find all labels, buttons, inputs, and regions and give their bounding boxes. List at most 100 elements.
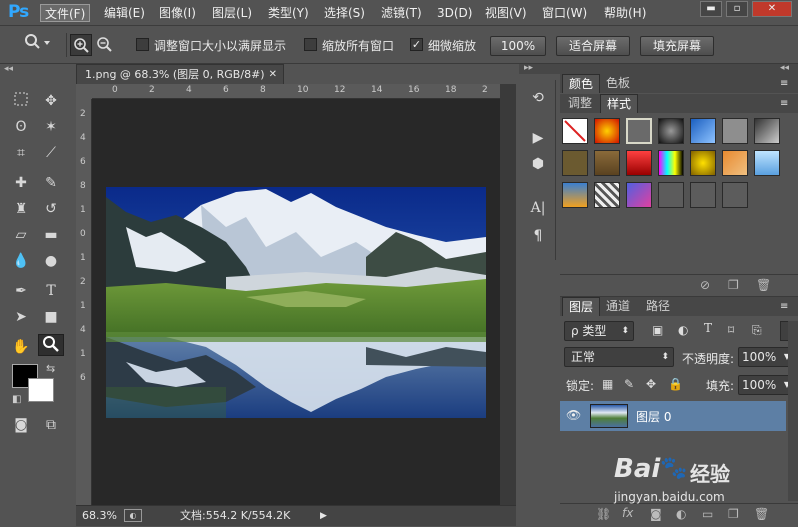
lasso-tool-icon[interactable]: ʘ [8,116,34,138]
close-button[interactable]: ✕ [752,1,792,17]
document-image[interactable] [106,187,486,418]
gradient-tool-icon[interactable]: ▬ [38,224,64,246]
default-colors-icon[interactable]: ◧ [12,394,21,405]
expand-dock-icon[interactable]: ▸▸ [524,63,533,73]
delete-style-icon[interactable]: 🗑 [756,278,771,292]
crop-tool-icon[interactable]: ⌗ [8,142,34,164]
pen-tool-icon[interactable]: ✒ [8,280,34,302]
collapse-panels-icon[interactable]: ◂◂ [780,63,789,73]
tab-color[interactable]: 颜色 [562,74,601,93]
vertical-scrollbar[interactable] [500,84,516,505]
magic-wand-icon[interactable]: ✶ [38,116,64,138]
new-style-icon[interactable]: ❐ [728,278,739,292]
lock-all-icon[interactable]: 🔒 [668,377,683,391]
brush-tool-icon[interactable]: ✎ [38,172,64,194]
style-swatch[interactable] [594,182,620,208]
tab-paths[interactable]: 路径 [640,297,676,316]
history-brush-icon[interactable]: ↺ [38,198,64,220]
style-swatch[interactable] [690,182,716,208]
marquee-tool-icon[interactable] [8,90,34,112]
layers-scrollbar[interactable] [788,321,798,501]
menu-window[interactable]: 窗口(W) [538,4,591,22]
menu-help[interactable]: 帮助(H) [600,4,650,22]
style-swatch[interactable] [626,118,652,144]
layer-filter-select[interactable]: ρ 类型 ⬍ [564,321,634,341]
menu-image[interactable]: 图像(I) [155,4,200,22]
zoom-in-icon[interactable] [70,34,92,56]
3d-panel-icon[interactable]: ⬢ [526,152,550,176]
screen-mode-icon[interactable]: ⧉ [38,414,64,436]
eraser-tool-icon[interactable]: ▱ [8,224,34,246]
filter-pixel-icon[interactable]: ▣ [652,323,663,337]
fill-screen-button[interactable]: 填充屏幕 [640,36,714,56]
resize-windows-checkbox[interactable] [136,38,149,51]
lock-pixels-icon[interactable]: ✎ [624,377,634,391]
style-swatch[interactable] [626,150,652,176]
move-tool-icon[interactable]: ✥ [38,90,64,112]
paragraph-panel-icon[interactable]: ¶ [526,224,550,248]
style-none-swatch[interactable] [562,118,588,144]
blend-mode-select[interactable]: 正常 ⬍ [564,347,674,367]
character-panel-icon[interactable]: A| [526,196,550,220]
tab-adjustments[interactable]: 调整 [562,94,598,113]
menu-layer[interactable]: 图层(L) [208,4,256,22]
lock-position-icon[interactable]: ✥ [646,377,656,391]
menu-filter[interactable]: 滤镜(T) [377,4,426,22]
hand-tool-icon[interactable]: ✋ [8,336,34,358]
close-document-icon[interactable]: ✕ [269,65,277,84]
status-menu-arrow-icon[interactable]: ▶ [320,506,327,526]
style-swatch[interactable] [594,118,620,144]
menu-type[interactable]: 类型(Y) [264,4,313,22]
panel-menu-icon[interactable]: ≡ [780,78,788,89]
zoom-tool-preset-icon[interactable] [22,32,52,60]
swap-colors-icon[interactable]: ⇆ [46,362,55,375]
minimize-button[interactable]: ▬ [700,1,722,17]
tab-layers[interactable]: 图层 [562,297,601,316]
zoom-out-icon[interactable] [94,34,116,56]
fill-input[interactable]: 100% ▼ [738,375,794,395]
style-swatch[interactable] [722,150,748,176]
layer-name[interactable]: 图层 0 [636,408,671,425]
style-swatch[interactable] [722,182,748,208]
menu-select[interactable]: 选择(S) [320,4,369,22]
blur-tool-icon[interactable]: 💧 [8,250,34,272]
lock-transparent-icon[interactable]: ▦ [602,377,613,391]
menu-edit[interactable]: 编辑(E) [100,4,149,22]
style-swatch[interactable] [626,182,652,208]
filter-type-icon[interactable]: T [704,321,712,335]
link-layers-icon[interactable]: ⛓ [596,507,611,521]
zoom-all-checkbox[interactable] [304,38,317,51]
styles-menu-icon[interactable]: ≡ [780,98,788,109]
path-selection-icon[interactable]: ➤ [8,306,34,328]
status-preview-icon[interactable]: ◐ [124,509,142,522]
zoom-100-button[interactable]: 100% [490,36,546,56]
zoom-level[interactable]: 68.3% [82,506,117,526]
ruler-origin[interactable] [76,84,92,99]
restore-button[interactable]: ▫ [726,1,748,17]
menu-view[interactable]: 视图(V) [481,4,531,22]
rectangle-tool-icon[interactable]: ■ [38,306,64,328]
zoom-tool-icon[interactable] [38,334,64,356]
eyedropper-icon[interactable]: ⟋ [38,142,64,164]
document-tab[interactable]: 1.png @ 68.3% (图层 0, RGB/8#) ✕ [76,64,284,84]
style-swatch[interactable] [754,150,780,176]
menu-file[interactable]: 文件(F) [40,4,91,22]
filter-smartobject-icon[interactable]: ⎘ [752,323,762,338]
scrubby-zoom-checkbox[interactable]: ✓ [410,38,423,51]
style-swatch[interactable] [658,182,684,208]
tab-channels[interactable]: 通道 [600,297,636,316]
dodge-tool-icon[interactable]: ● [38,250,64,272]
ruler-top[interactable]: 0 2 4 6 8 10 12 14 16 18 2 [92,84,500,99]
style-swatch[interactable] [722,118,748,144]
filter-shape-icon[interactable]: ⌑ [728,323,734,337]
opacity-input[interactable]: 100% ▼ [738,347,794,367]
history-panel-icon[interactable]: ⟲ [526,86,550,110]
style-swatch[interactable] [562,150,588,176]
type-tool-icon[interactable]: T [38,280,64,302]
layer-row[interactable]: 👁 图层 0 [560,401,786,431]
tab-styles[interactable]: 样式 [600,94,639,113]
style-swatch[interactable] [658,150,684,176]
tab-swatches[interactable]: 色板 [600,74,636,93]
clear-style-icon[interactable]: ⊘ [700,278,710,292]
fit-screen-button[interactable]: 适合屏幕 [556,36,630,56]
